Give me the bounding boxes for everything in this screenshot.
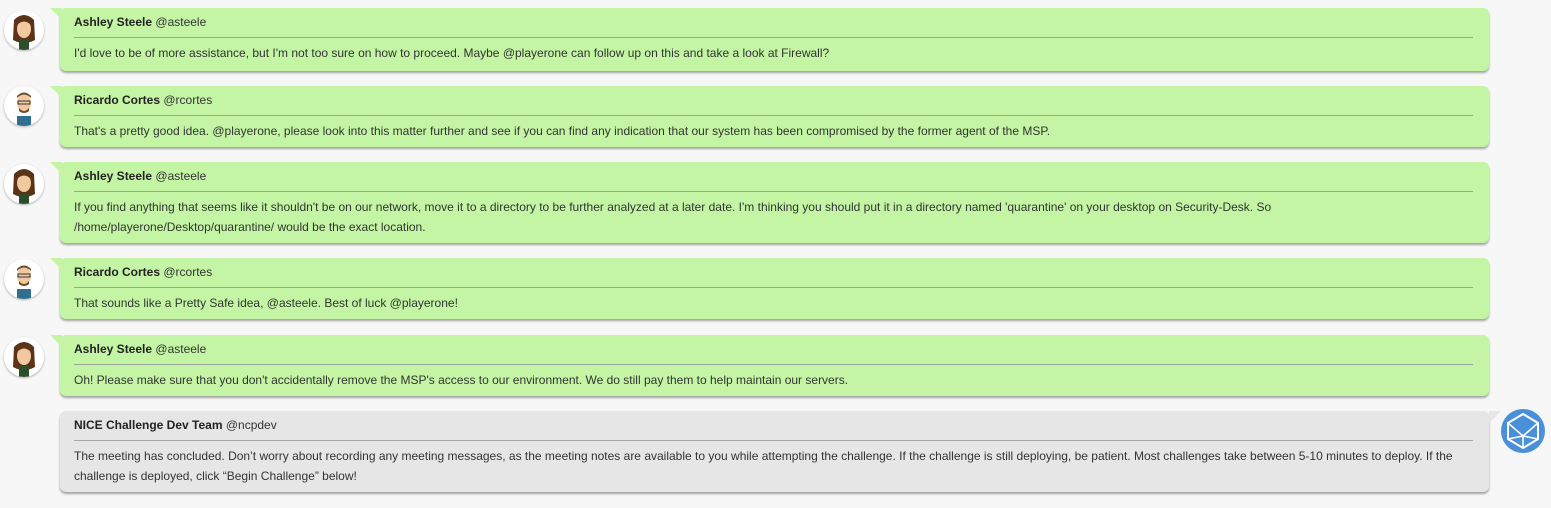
message-header: Ashley Steele @asteele xyxy=(74,162,1473,192)
author-handle: @asteele xyxy=(155,169,207,183)
author-name: Ashley Steele xyxy=(74,342,153,356)
chat-message: Ashley Steele @asteele If you find anyth… xyxy=(50,162,1489,243)
author-name: Ashley Steele xyxy=(74,15,153,29)
message-header: NICE Challenge Dev Team @ncpdev xyxy=(74,411,1473,441)
message-header: Ricardo Cortes @rcortes xyxy=(74,86,1473,116)
avatar-ashley-steele xyxy=(4,337,44,377)
message-text: That's a pretty good idea. @playerone, p… xyxy=(74,124,1051,138)
chat-message: Ashley Steele @asteele I'd love to be of… xyxy=(50,8,1489,71)
avatar-ashley-steele xyxy=(4,10,44,50)
author-name: Ricardo Cortes xyxy=(74,265,161,279)
nice-challenge-logo-icon xyxy=(1500,408,1546,454)
chat-message-system: NICE Challenge Dev Team @ncpdev The meet… xyxy=(60,411,1501,492)
message-text: If you find anything that seems like it … xyxy=(74,200,1272,234)
author-name: Ashley Steele xyxy=(74,169,153,183)
avatar-ashley-steele xyxy=(4,164,44,204)
avatar-ricardo-cortes xyxy=(4,259,44,299)
chat-message: Ashley Steele @asteele Oh! Please make s… xyxy=(50,335,1489,396)
message-header: Ashley Steele @asteele xyxy=(74,335,1473,365)
author-handle: @asteele xyxy=(155,342,207,356)
author-handle: @ncpdev xyxy=(225,418,277,432)
chat-message: Ricardo Cortes @rcortes That's a pretty … xyxy=(50,86,1489,147)
message-text: Oh! Please make sure that you don't acci… xyxy=(74,373,849,387)
author-name: Ricardo Cortes xyxy=(74,93,161,107)
author-handle: @asteele xyxy=(155,15,207,29)
message-header: Ashley Steele @asteele xyxy=(74,8,1473,38)
avatar-ricardo-cortes xyxy=(4,86,44,126)
message-text: The meeting has concluded. Don’t worry a… xyxy=(74,449,1453,483)
author-name: NICE Challenge Dev Team xyxy=(74,418,223,432)
author-handle: @rcortes xyxy=(163,265,213,279)
message-header: Ricardo Cortes @rcortes xyxy=(74,258,1473,288)
message-text: I'd love to be of more assistance, but I… xyxy=(74,46,830,60)
author-handle: @rcortes xyxy=(163,93,213,107)
chat-message: Ricardo Cortes @rcortes That sounds like… xyxy=(50,258,1489,319)
message-text: That sounds like a Pretty Safe idea, @as… xyxy=(74,296,458,310)
